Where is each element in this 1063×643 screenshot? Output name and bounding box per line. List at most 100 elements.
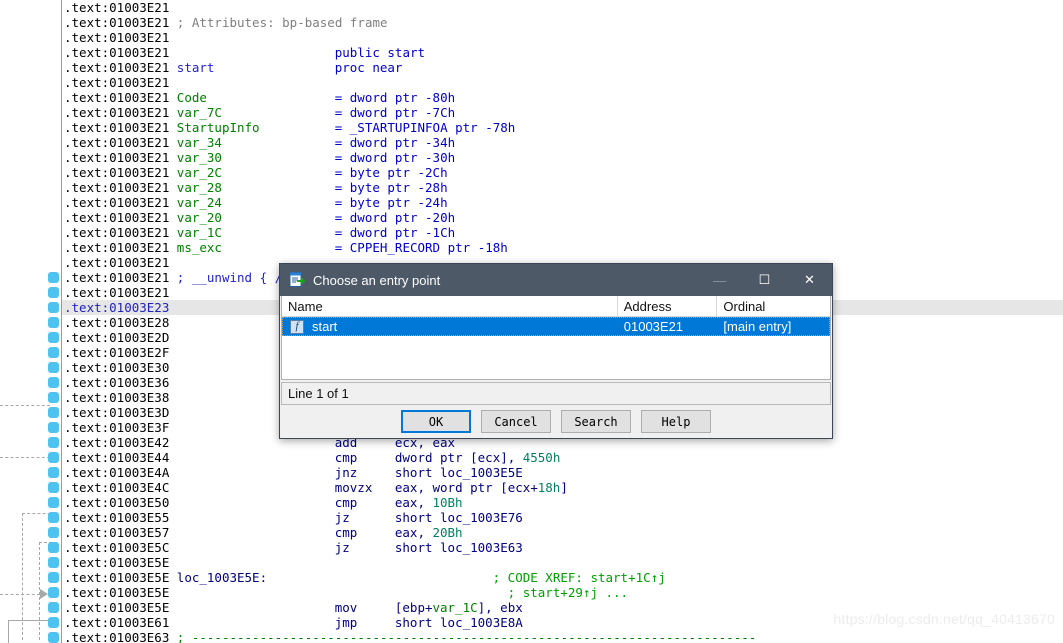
code-token: jnz: [334, 465, 358, 480]
entry-point-list[interactable]: Name Address Ordinal f start 01003E21 [m…: [281, 296, 831, 380]
code-line[interactable]: .text:01003E4C movzx eax, word ptr [ecx+ 18…: [62, 480, 1063, 495]
line-address: .text:01003E42: [64, 435, 170, 450]
breakpoint-marker[interactable]: [48, 377, 59, 388]
line-address: .text:01003E4C: [64, 480, 170, 495]
breakpoint-marker[interactable]: [48, 467, 59, 478]
code-line[interactable]: .text:01003E50 cmp eax, 10Bh: [62, 495, 1063, 510]
code-line[interactable]: .text:01003E21 var_30 = dword ptr -30h: [62, 150, 1063, 165]
close-button[interactable]: ✕: [787, 265, 832, 296]
code-token: var_24: [176, 195, 222, 210]
code-token: var_20: [176, 210, 222, 225]
breakpoint-marker[interactable]: [48, 422, 59, 433]
graph-arrow-line: [0, 594, 40, 595]
code-line[interactable]: .text:01003E21: [62, 0, 1063, 15]
line-address: .text:01003E23: [64, 300, 170, 315]
choose-entry-point-dialog[interactable]: Choose an entry point — ☐ ✕ Name Address…: [279, 263, 833, 439]
cell-ordinal[interactable]: [main entry]: [717, 317, 830, 336]
breakpoint-marker[interactable]: [48, 527, 59, 538]
cancel-button[interactable]: Cancel: [481, 410, 551, 433]
code-line[interactable]: .text:01003E63 ; ------------------------…: [62, 630, 1063, 643]
code-line[interactable]: .text:01003E21 Code = dword ptr -80h: [62, 90, 1063, 105]
help-button[interactable]: Help: [641, 410, 711, 433]
code-line[interactable]: .text:01003E21 ; Attributes: bp-based fra…: [62, 15, 1063, 30]
graph-arrow-head-icon: [40, 589, 48, 599]
code-line[interactable]: .text:01003E21 var_24 = byte ptr -24h: [62, 195, 1063, 210]
breakpoint-marker[interactable]: [48, 272, 59, 283]
code-line[interactable]: .text:01003E21 var_34 = dword ptr -34h: [62, 135, 1063, 150]
disassembly-gutter[interactable]: [0, 0, 62, 643]
breakpoint-marker[interactable]: [48, 482, 59, 493]
breakpoint-marker[interactable]: [48, 362, 59, 373]
code-line[interactable]: .text:01003E5C jz short loc_1003E63: [62, 540, 1063, 555]
column-header-address[interactable]: Address: [618, 296, 718, 316]
line-address: .text:01003E5C: [64, 540, 170, 555]
column-header-ordinal[interactable]: Ordinal: [717, 296, 830, 316]
breakpoint-marker[interactable]: [48, 587, 59, 598]
breakpoint-marker[interactable]: [48, 557, 59, 568]
code-line[interactable]: .text:01003E5E loc_1003E5E: ; CODE XREF: s…: [62, 570, 1063, 585]
code-line[interactable]: .text:01003E21 var_2C = byte ptr -2Ch: [62, 165, 1063, 180]
line-address: .text:01003E63: [64, 630, 170, 643]
ok-button[interactable]: OK: [401, 410, 471, 433]
breakpoint-marker[interactable]: [48, 617, 59, 628]
code-line[interactable]: .text:01003E21: [62, 75, 1063, 90]
code-line[interactable]: .text:01003E21 var_1C = dword ptr -1Ch: [62, 225, 1063, 240]
dialog-titlebar[interactable]: Choose an entry point — ☐ ✕: [280, 264, 832, 296]
breakpoint-marker[interactable]: [48, 542, 59, 553]
code-line[interactable]: .text:01003E21 var_28 = byte ptr -28h: [62, 180, 1063, 195]
line-address: .text:01003E5E: [64, 570, 170, 585]
breakpoint-marker[interactable]: [48, 602, 59, 613]
code-line[interactable]: .text:01003E4A jnz short loc_1003E5E: [62, 465, 1063, 480]
code-line[interactable]: .text:01003E55 jz short loc_1003E76: [62, 510, 1063, 525]
line-address: .text:01003E2D: [64, 330, 170, 345]
breakpoint-marker[interactable]: [48, 572, 59, 583]
code-token: ; start+29↑j ...: [507, 585, 629, 600]
line-address: .text:01003E55: [64, 510, 170, 525]
breakpoint-marker[interactable]: [48, 452, 59, 463]
breakpoint-marker[interactable]: [48, 302, 59, 313]
breakpoint-marker[interactable]: [48, 497, 59, 508]
breakpoint-marker[interactable]: [48, 437, 59, 448]
code-line[interactable]: .text:01003E57 cmp eax, 20Bh: [62, 525, 1063, 540]
code-token: var_2C: [176, 165, 222, 180]
breakpoint-marker[interactable]: [48, 287, 59, 298]
code-line[interactable]: .text:01003E5E ; start+29↑j ...: [62, 585, 1063, 600]
list-column-headers[interactable]: Name Address Ordinal: [282, 296, 830, 317]
line-address: .text:01003E44: [64, 450, 170, 465]
line-address: .text:01003E5E: [64, 555, 170, 570]
code-line[interactable]: .text:01003E21: [62, 30, 1063, 45]
minimize-button[interactable]: —: [697, 265, 742, 296]
code-line[interactable]: .text:01003E44 cmp dword ptr [ecx], 4550h: [62, 450, 1063, 465]
breakpoint-marker[interactable]: [48, 317, 59, 328]
code-line[interactable]: .text:01003E21 ms_exc = CPPEH_RECORD ptr -…: [62, 240, 1063, 255]
code-token: = dword ptr -7Ch: [334, 105, 456, 120]
breakpoint-marker[interactable]: [48, 632, 59, 643]
breakpoint-marker[interactable]: [48, 512, 59, 523]
code-line[interactable]: .text:01003E21 var_20 = dword ptr -20h: [62, 210, 1063, 225]
code-line[interactable]: .text:01003E21 start proc near: [62, 60, 1063, 75]
search-button[interactable]: Search: [561, 410, 631, 433]
line-address: .text:01003E38: [64, 390, 170, 405]
maximize-button[interactable]: ☐: [742, 265, 787, 296]
code-line[interactable]: .text:01003E21 StartupInfo = _STARTUPINFOA…: [62, 120, 1063, 135]
column-header-name[interactable]: Name: [282, 296, 618, 316]
line-address: .text:01003E3F: [64, 420, 170, 435]
table-row[interactable]: f start 01003E21 [main entry]: [282, 317, 830, 336]
breakpoint-marker[interactable]: [48, 407, 59, 418]
code-token: dword ptr [ecx],: [394, 450, 523, 465]
line-address: .text:01003E21: [64, 0, 170, 15]
code-token: = byte ptr -24h: [334, 195, 448, 210]
code-token: 10Bh: [432, 495, 463, 510]
line-address: .text:01003E4A: [64, 465, 170, 480]
code-token: jz: [334, 510, 350, 525]
code-token: var_30: [176, 150, 222, 165]
code-line[interactable]: .text:01003E21 var_7C = dword ptr -7Ch: [62, 105, 1063, 120]
code-line[interactable]: .text:01003E21 public start: [62, 45, 1063, 60]
cell-address[interactable]: 01003E21: [618, 317, 718, 336]
breakpoint-marker[interactable]: [48, 392, 59, 403]
breakpoint-marker[interactable]: [48, 332, 59, 343]
breakpoint-marker[interactable]: [48, 347, 59, 358]
code-line[interactable]: .text:01003E5E: [62, 555, 1063, 570]
cell-name[interactable]: f start: [282, 317, 618, 336]
code-token: var_34: [176, 135, 222, 150]
